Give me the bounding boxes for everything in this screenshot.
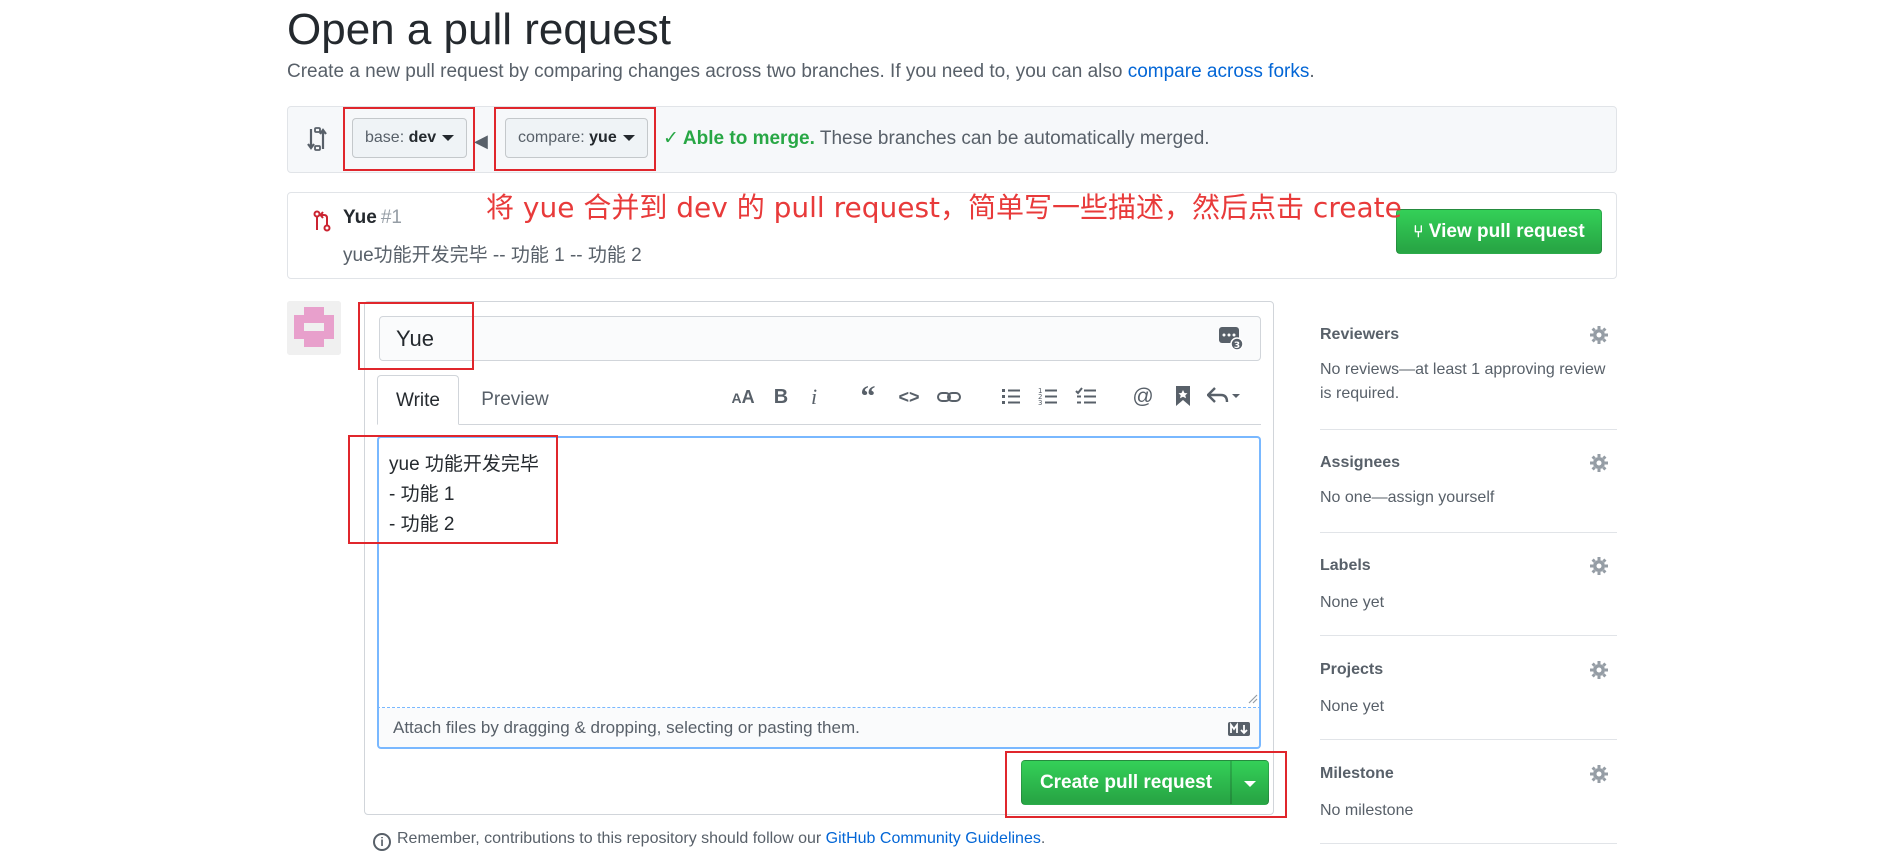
- sidebar-milestone: Milestone No milestone: [1320, 757, 1617, 844]
- pull-request-title[interactable]: Yue #1: [343, 207, 402, 229]
- sidebar-milestone-title[interactable]: Milestone: [1320, 765, 1394, 783]
- quote-icon[interactable]: “: [856, 382, 880, 412]
- contribution-reminder: i Remember, contributions to this reposit…: [373, 829, 1045, 851]
- community-guidelines-link[interactable]: GitHub Community Guidelines: [826, 830, 1041, 847]
- pull-request-icon: ⑂: [1413, 222, 1424, 241]
- gear-icon[interactable]: [1589, 453, 1609, 473]
- highlight-box-body: [348, 435, 558, 544]
- subtitle-end: .: [1309, 61, 1315, 82]
- page-subtitle: Create a new pull request by comparing c…: [287, 58, 1315, 86]
- reply-icon[interactable]: [1207, 386, 1243, 406]
- merge-status-message: These branches can be automatically merg…: [819, 128, 1210, 149]
- info-icon: i: [373, 833, 391, 851]
- gear-icon[interactable]: [1589, 764, 1609, 784]
- mention-icon[interactable]: @: [1131, 383, 1155, 411]
- sidebar-projects-title[interactable]: Projects: [1320, 661, 1383, 679]
- sidebar-projects-text: None yet: [1320, 698, 1385, 715]
- tab-write[interactable]: Write: [377, 375, 459, 425]
- sidebar-assignees: Assignees No one—assign yourself: [1320, 446, 1617, 533]
- gear-icon[interactable]: [1589, 325, 1609, 345]
- gear-icon[interactable]: [1589, 556, 1609, 576]
- sidebar-labels-text: None yet: [1320, 594, 1385, 611]
- sidebar-milestone-text: No milestone: [1320, 802, 1414, 819]
- gear-icon[interactable]: [1589, 660, 1609, 680]
- pull-request-description: yue功能开发完毕 -- 功能 1 -- 功能 2: [343, 245, 642, 266]
- arrow-left-icon: ◀: [474, 131, 488, 151]
- highlight-box-title: [358, 302, 474, 370]
- annotation-text: 将 yue 合并到 dev 的 pull request，简单写一些描述，然后点…: [486, 191, 1402, 224]
- unordered-list-icon[interactable]: [1001, 386, 1021, 406]
- subtitle-text: Create a new pull request by comparing c…: [287, 61, 1123, 82]
- text-size-icon[interactable]: AA: [730, 383, 756, 411]
- pull-request-name: Yue: [343, 207, 377, 228]
- sidebar-reviewers: Reviewers No reviews—at least 1 approvin…: [1320, 318, 1617, 430]
- tab-preview[interactable]: Preview: [465, 375, 565, 425]
- compare-across-forks-link[interactable]: compare across forks: [1128, 61, 1310, 82]
- bookmark-icon[interactable]: [1174, 385, 1192, 407]
- sidebar-labels: Labels None yet: [1320, 549, 1617, 636]
- compare-arrows-icon: [307, 127, 327, 151]
- code-icon[interactable]: <>: [896, 383, 922, 411]
- link-icon[interactable]: [937, 388, 961, 406]
- ordered-list-icon[interactable]: 123: [1038, 386, 1058, 406]
- check-icon: ✓: [663, 128, 679, 149]
- attach-files-bar[interactable]: Attach files by dragging & dropping, sel…: [377, 708, 1261, 749]
- pull-request-icon: [313, 210, 331, 232]
- highlight-box-create: [1005, 751, 1287, 818]
- sidebar-labels-title[interactable]: Labels: [1320, 557, 1371, 575]
- svg-text:3: 3: [1234, 341, 1240, 351]
- resize-handle-icon[interactable]: [1246, 692, 1258, 704]
- merge-status: ✓ Able to merge. These branches can be au…: [663, 126, 1210, 152]
- markdown-icon[interactable]: [1228, 722, 1250, 736]
- view-pull-request-label: View pull request: [1428, 221, 1585, 242]
- view-pull-request-button[interactable]: ⑂ View pull request: [1396, 209, 1602, 254]
- sidebar-reviewers-title[interactable]: Reviewers: [1320, 326, 1399, 344]
- pull-request-title-input[interactable]: [379, 316, 1261, 361]
- sidebar-projects: Projects None yet: [1320, 653, 1617, 740]
- page-title: Open a pull request: [287, 5, 672, 54]
- merge-status-label: Able to merge.: [682, 128, 815, 149]
- italic-icon[interactable]: i: [806, 383, 822, 411]
- sidebar-assignees-title[interactable]: Assignees: [1320, 454, 1400, 472]
- task-list-icon[interactable]: [1075, 386, 1097, 406]
- remember-text: Remember, contributions to this reposito…: [397, 830, 822, 847]
- sidebar-reviewers-text-2: is required.: [1320, 385, 1400, 402]
- pull-request-number: #1: [380, 207, 402, 228]
- bold-icon[interactable]: B: [771, 383, 791, 411]
- saved-replies-icon[interactable]: 3: [1218, 325, 1244, 351]
- sidebar-assignees-text[interactable]: No one—assign yourself: [1320, 486, 1494, 510]
- svg-text:3: 3: [1038, 399, 1042, 406]
- highlight-box-compare: [494, 107, 656, 171]
- remember-end: .: [1040, 830, 1046, 847]
- avatar: [287, 301, 341, 355]
- highlight-box-base: [343, 107, 475, 171]
- sidebar-reviewers-text: No reviews—at least 1 approving review: [1320, 361, 1606, 378]
